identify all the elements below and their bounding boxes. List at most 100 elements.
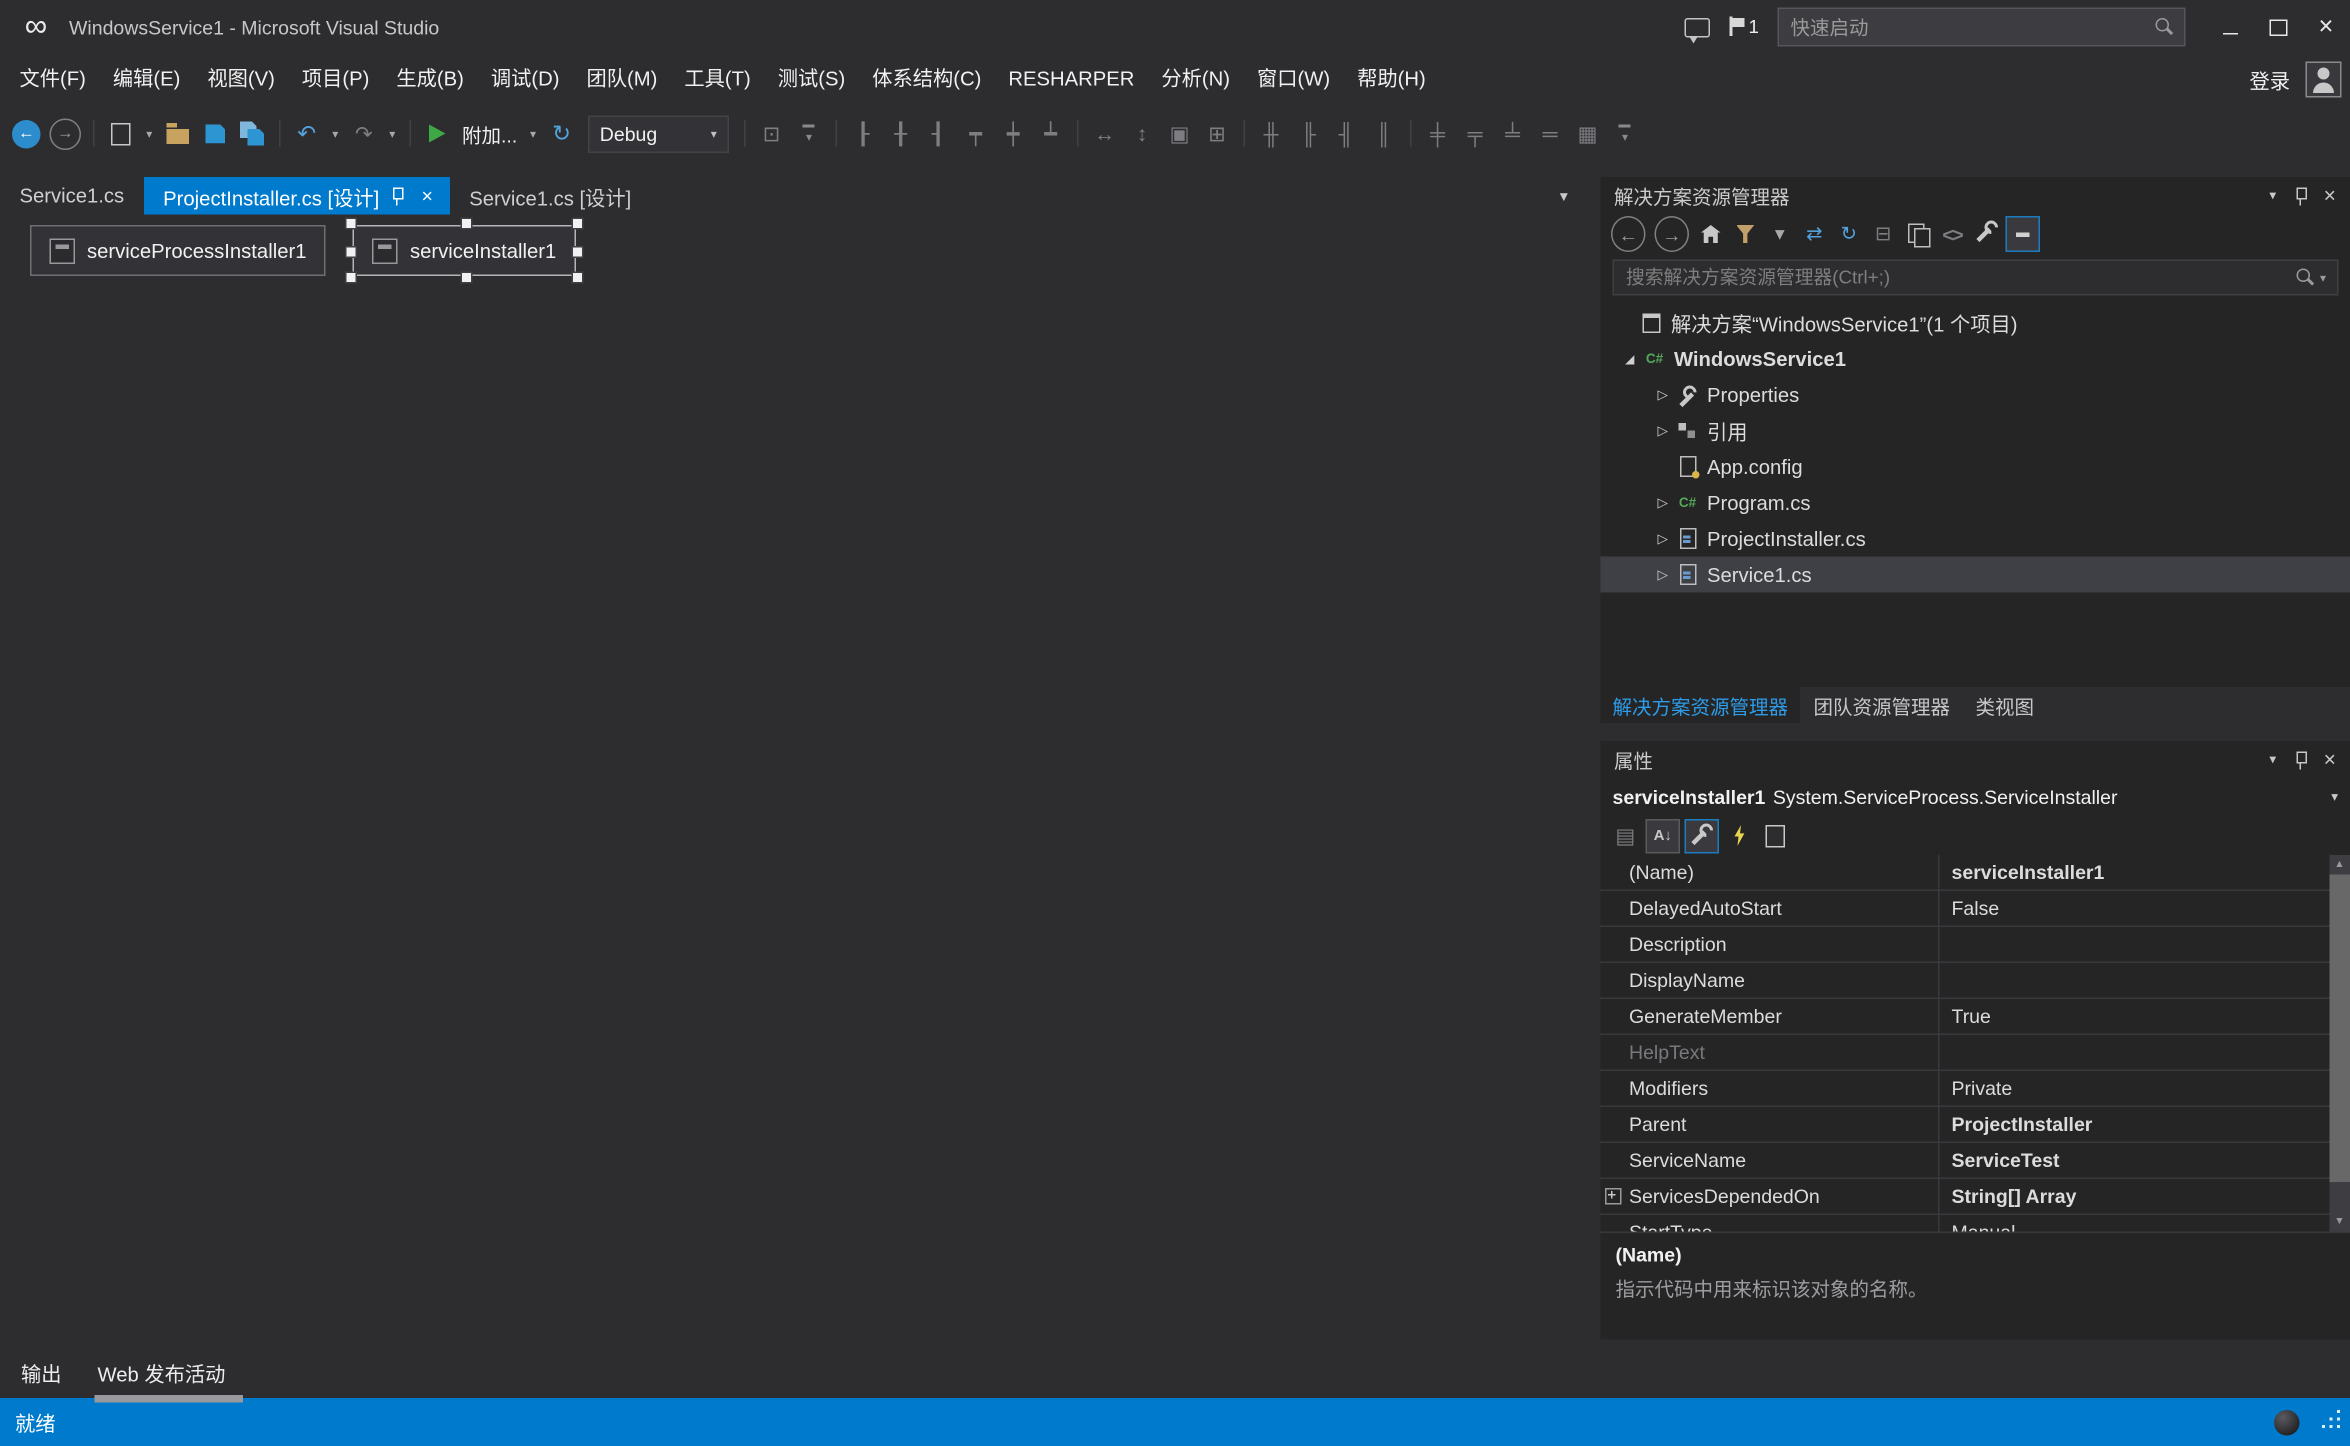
maximize-button[interactable]	[2254, 0, 2302, 54]
menu-item[interactable]: 编辑(E)	[99, 54, 194, 105]
make-vertical-spacing-equal-icon[interactable]: ╪	[1420, 116, 1455, 152]
tree-item[interactable]: WindowsService1	[1601, 341, 2350, 377]
align-lefts-icon[interactable]: ┠	[846, 116, 881, 152]
window-position-icon[interactable]	[2258, 745, 2287, 774]
sign-in-link[interactable]: 登录	[2249, 65, 2290, 95]
property-value[interactable]	[1940, 963, 2329, 998]
remove-horizontal-spacing-icon[interactable]: ║	[1366, 116, 1401, 152]
show-all-files-icon[interactable]	[1902, 218, 1934, 251]
pin-icon[interactable]	[390, 186, 407, 206]
align-rights-icon[interactable]: ┨	[921, 116, 956, 152]
events-icon[interactable]	[1724, 820, 1756, 852]
menu-item[interactable]: 工具(T)	[671, 54, 764, 105]
selection-handle[interactable]	[571, 246, 583, 258]
make-same-height-icon[interactable]: ↕	[1125, 116, 1160, 152]
preview-selected-items-icon[interactable]	[2006, 216, 2041, 252]
decrease-horizontal-spacing-icon[interactable]: ╢	[1329, 116, 1364, 152]
alphabetical-icon[interactable]: A↓	[1646, 818, 1681, 853]
align-to-grid-icon[interactable]: ▦	[1570, 116, 1605, 152]
close-icon[interactable]	[2315, 745, 2344, 774]
property-value[interactable]: ProjectInstaller	[1940, 1107, 2329, 1142]
collapsed-icon[interactable]	[1652, 494, 1675, 511]
bottom-panel-tab[interactable]: Web 发布活动	[98, 1358, 226, 1388]
property-value[interactable]: serviceInstaller1	[1940, 855, 2329, 890]
property-row[interactable]: Parent ProjectInstaller	[1601, 1107, 2329, 1143]
tree-item[interactable]: ProjectInstaller.cs	[1601, 521, 2350, 557]
forward-icon[interactable]: →	[1655, 216, 1690, 252]
decrease-vertical-spacing-icon[interactable]: ╧	[1495, 116, 1530, 152]
tray-component[interactable]: serviceInstaller1	[353, 225, 576, 276]
property-value[interactable]: Private	[1940, 1071, 2329, 1106]
tree-item[interactable]: Program.cs	[1601, 485, 2350, 521]
notifications-button[interactable]: 1	[1728, 17, 1759, 38]
categorized-icon[interactable]: ▤	[1610, 820, 1642, 852]
save-all-icon[interactable]	[236, 116, 271, 152]
scroll-down-icon[interactable]	[2329, 1212, 2350, 1232]
expanded-icon[interactable]	[1619, 352, 1642, 366]
document-list-dropdown-icon[interactable]	[1557, 188, 1585, 203]
remove-vertical-spacing-icon[interactable]: ═	[1533, 116, 1568, 152]
property-value[interactable]: True	[1940, 999, 2329, 1034]
property-pages-icon[interactable]	[1760, 820, 1792, 852]
attach-label[interactable]: 附加...	[458, 116, 522, 152]
document-tab[interactable]: Service1.cs [设计] ×	[450, 177, 651, 215]
back-icon[interactable]: ←	[1611, 216, 1646, 252]
align-bottoms-icon[interactable]: ┷	[1033, 116, 1068, 152]
refresh-icon[interactable]: ↻	[1833, 218, 1865, 251]
menu-item[interactable]: 团队(M)	[573, 54, 671, 105]
resize-grip[interactable]	[2320, 1412, 2341, 1433]
property-row[interactable]: DelayedAutoStart False	[1601, 891, 2329, 927]
increase-vertical-spacing-icon[interactable]: ╤	[1458, 116, 1493, 152]
align-middles-icon[interactable]: ┿	[996, 116, 1031, 152]
navigate-forward-icon[interactable]: →	[50, 118, 82, 150]
toolbar-overflow-icon[interactable]: ▾	[1608, 116, 1643, 152]
bottom-panel-tab[interactable]: 输出	[21, 1358, 62, 1388]
property-value[interactable]	[1940, 1035, 2329, 1070]
make-horizontal-spacing-equal-icon[interactable]: ╫	[1254, 116, 1289, 152]
scrollbar-thumb[interactable]	[2329, 875, 2350, 1183]
selection-handle[interactable]	[460, 218, 472, 230]
selected-object-combobox[interactable]: serviceInstaller1 System.ServiceProcess.…	[1601, 777, 2350, 816]
property-row[interactable]: ServicesDependedOn String[] Array	[1601, 1179, 2329, 1215]
tool-window-tab[interactable]: 解决方案资源管理器	[1601, 687, 1801, 723]
solution-search-input[interactable]	[1620, 267, 2294, 288]
menu-item[interactable]: 文件(F)	[6, 54, 99, 105]
minimize-button[interactable]	[2206, 0, 2254, 54]
tree-item[interactable]: 引用	[1601, 413, 2350, 449]
tree-item[interactable]: Service1.cs	[1601, 557, 2350, 593]
pin-icon[interactable]	[2287, 745, 2316, 774]
menu-item[interactable]: 帮助(H)	[1344, 54, 1440, 105]
tree-item[interactable]: Properties	[1601, 377, 2350, 413]
scope-dropdown-icon[interactable]: ▾	[1764, 218, 1796, 251]
tool-window-tab[interactable]: 类视图	[1964, 687, 2047, 723]
properties-header[interactable]: 属性	[1601, 741, 2350, 777]
make-same-size-icon[interactable]: ▣	[1162, 116, 1197, 152]
navigate-backward-icon[interactable]: ←	[12, 119, 41, 148]
selection-handle[interactable]	[571, 218, 583, 230]
open-file-icon[interactable]	[161, 116, 196, 152]
attach-dropdown-icon[interactable]: ▾	[525, 116, 542, 152]
collapse-all-icon[interactable]: ⊟	[1868, 218, 1900, 251]
property-row[interactable]: StartType Manual	[1601, 1215, 2329, 1232]
redo-icon[interactable]: ↷	[347, 116, 382, 152]
menu-item[interactable]: 分析(N)	[1148, 54, 1244, 105]
selection-handle[interactable]	[460, 272, 472, 284]
property-row[interactable]: GenerateMember True	[1601, 999, 2329, 1035]
property-row[interactable]: DisplayName	[1601, 963, 2329, 999]
start-debug-icon[interactable]	[420, 116, 455, 152]
property-row[interactable]: ServiceName ServiceTest	[1601, 1143, 2329, 1179]
property-value[interactable]: ServiceTest	[1940, 1143, 2329, 1178]
property-value[interactable]: Manual	[1940, 1215, 2329, 1232]
collapsed-icon[interactable]	[1652, 386, 1675, 403]
collapsed-icon[interactable]	[1652, 566, 1675, 583]
scroll-up-icon[interactable]	[2329, 855, 2350, 875]
selection-handle[interactable]	[571, 272, 583, 284]
tray-component[interactable]: serviceProcessInstaller1	[30, 225, 326, 276]
restart-icon[interactable]: ↻	[544, 116, 579, 152]
new-file-icon[interactable]	[104, 116, 139, 152]
selection-handle[interactable]	[345, 246, 357, 258]
increase-horizontal-spacing-icon[interactable]: ╟	[1291, 116, 1326, 152]
make-same-width-icon[interactable]: ↔	[1087, 116, 1122, 152]
menu-item[interactable]: 调试(D)	[477, 54, 573, 105]
collapsed-icon[interactable]	[1652, 530, 1675, 547]
